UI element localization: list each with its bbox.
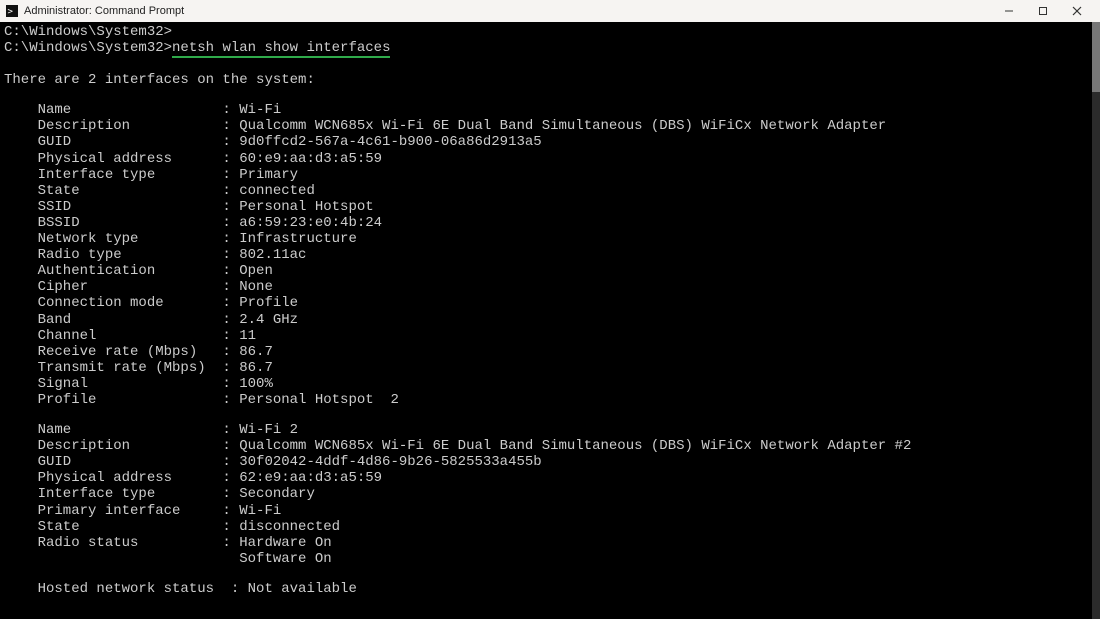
interface-2-block: Name : Wi-Fi 2 Description : Qualcomm WC… [4, 422, 1096, 567]
field-row: State : disconnected [4, 519, 1096, 535]
field-row: Channel : 11 [4, 328, 1096, 344]
cmd-icon: > [6, 5, 18, 17]
svg-text:>: > [8, 7, 14, 17]
field-row: Authentication : Open [4, 263, 1096, 279]
field-row-continuation: Software On [4, 551, 1096, 567]
window-title-text: Administrator: Command Prompt [24, 5, 184, 18]
minimize-button[interactable] [992, 0, 1026, 22]
field-row: Interface type : Primary [4, 167, 1096, 183]
maximize-button[interactable] [1026, 0, 1060, 22]
output-header: There are 2 interfaces on the system: [4, 72, 1096, 88]
titlebar-left: > Administrator: Command Prompt [6, 5, 184, 18]
field-row: Band : 2.4 GHz [4, 312, 1096, 328]
scrollbar-track[interactable] [1092, 22, 1100, 619]
field-row: BSSID : a6:59:23:e0:4b:24 [4, 215, 1096, 231]
prompt-path: C:\Windows\System32> [4, 24, 172, 40]
field-row: Profile : Personal Hotspot 2 [4, 392, 1096, 408]
terminal-body[interactable]: C:\Windows\System32> C:\Windows\System32… [0, 22, 1100, 619]
hosted-network-row: Hosted network status : Not available [4, 581, 1096, 597]
field-row: Receive rate (Mbps) : 86.7 [4, 344, 1096, 360]
entered-command: netsh wlan show interfaces [172, 40, 390, 58]
field-row: Connection mode : Profile [4, 295, 1096, 311]
scrollbar-thumb[interactable] [1092, 22, 1100, 92]
field-row: Name : Wi-Fi [4, 102, 1096, 118]
field-row: Transmit rate (Mbps) : 86.7 [4, 360, 1096, 376]
field-row: GUID : 30f02042-4ddf-4d86-9b26-5825533a4… [4, 454, 1096, 470]
field-row: Radio status : Hardware On [4, 535, 1096, 551]
field-row: Primary interface : Wi-Fi [4, 503, 1096, 519]
field-row: Cipher : None [4, 279, 1096, 295]
prompt-line-2: C:\Windows\System32>netsh wlan show inte… [4, 40, 1096, 58]
field-row: Name : Wi-Fi 2 [4, 422, 1096, 438]
field-row: Radio type : 802.11ac [4, 247, 1096, 263]
field-row: Description : Qualcomm WCN685x Wi-Fi 6E … [4, 438, 1096, 454]
field-row: Physical address : 60:e9:aa:d3:a5:59 [4, 151, 1096, 167]
field-row: Physical address : 62:e9:aa:d3:a5:59 [4, 470, 1096, 486]
window-titlebar: > Administrator: Command Prompt [0, 0, 1100, 22]
titlebar-controls [992, 0, 1094, 22]
field-row: Description : Qualcomm WCN685x Wi-Fi 6E … [4, 118, 1096, 134]
interface-1-block: Name : Wi-Fi Description : Qualcomm WCN6… [4, 102, 1096, 408]
field-row: State : connected [4, 183, 1096, 199]
prompt-path: C:\Windows\System32> [4, 40, 172, 56]
field-row: Interface type : Secondary [4, 486, 1096, 502]
field-row: Network type : Infrastructure [4, 231, 1096, 247]
prompt-line-1: C:\Windows\System32> [4, 24, 1096, 40]
field-row: SSID : Personal Hotspot [4, 199, 1096, 215]
field-row: GUID : 9d0ffcd2-567a-4c61-b900-06a86d291… [4, 134, 1096, 150]
close-button[interactable] [1060, 0, 1094, 22]
field-row: Signal : 100% [4, 376, 1096, 392]
